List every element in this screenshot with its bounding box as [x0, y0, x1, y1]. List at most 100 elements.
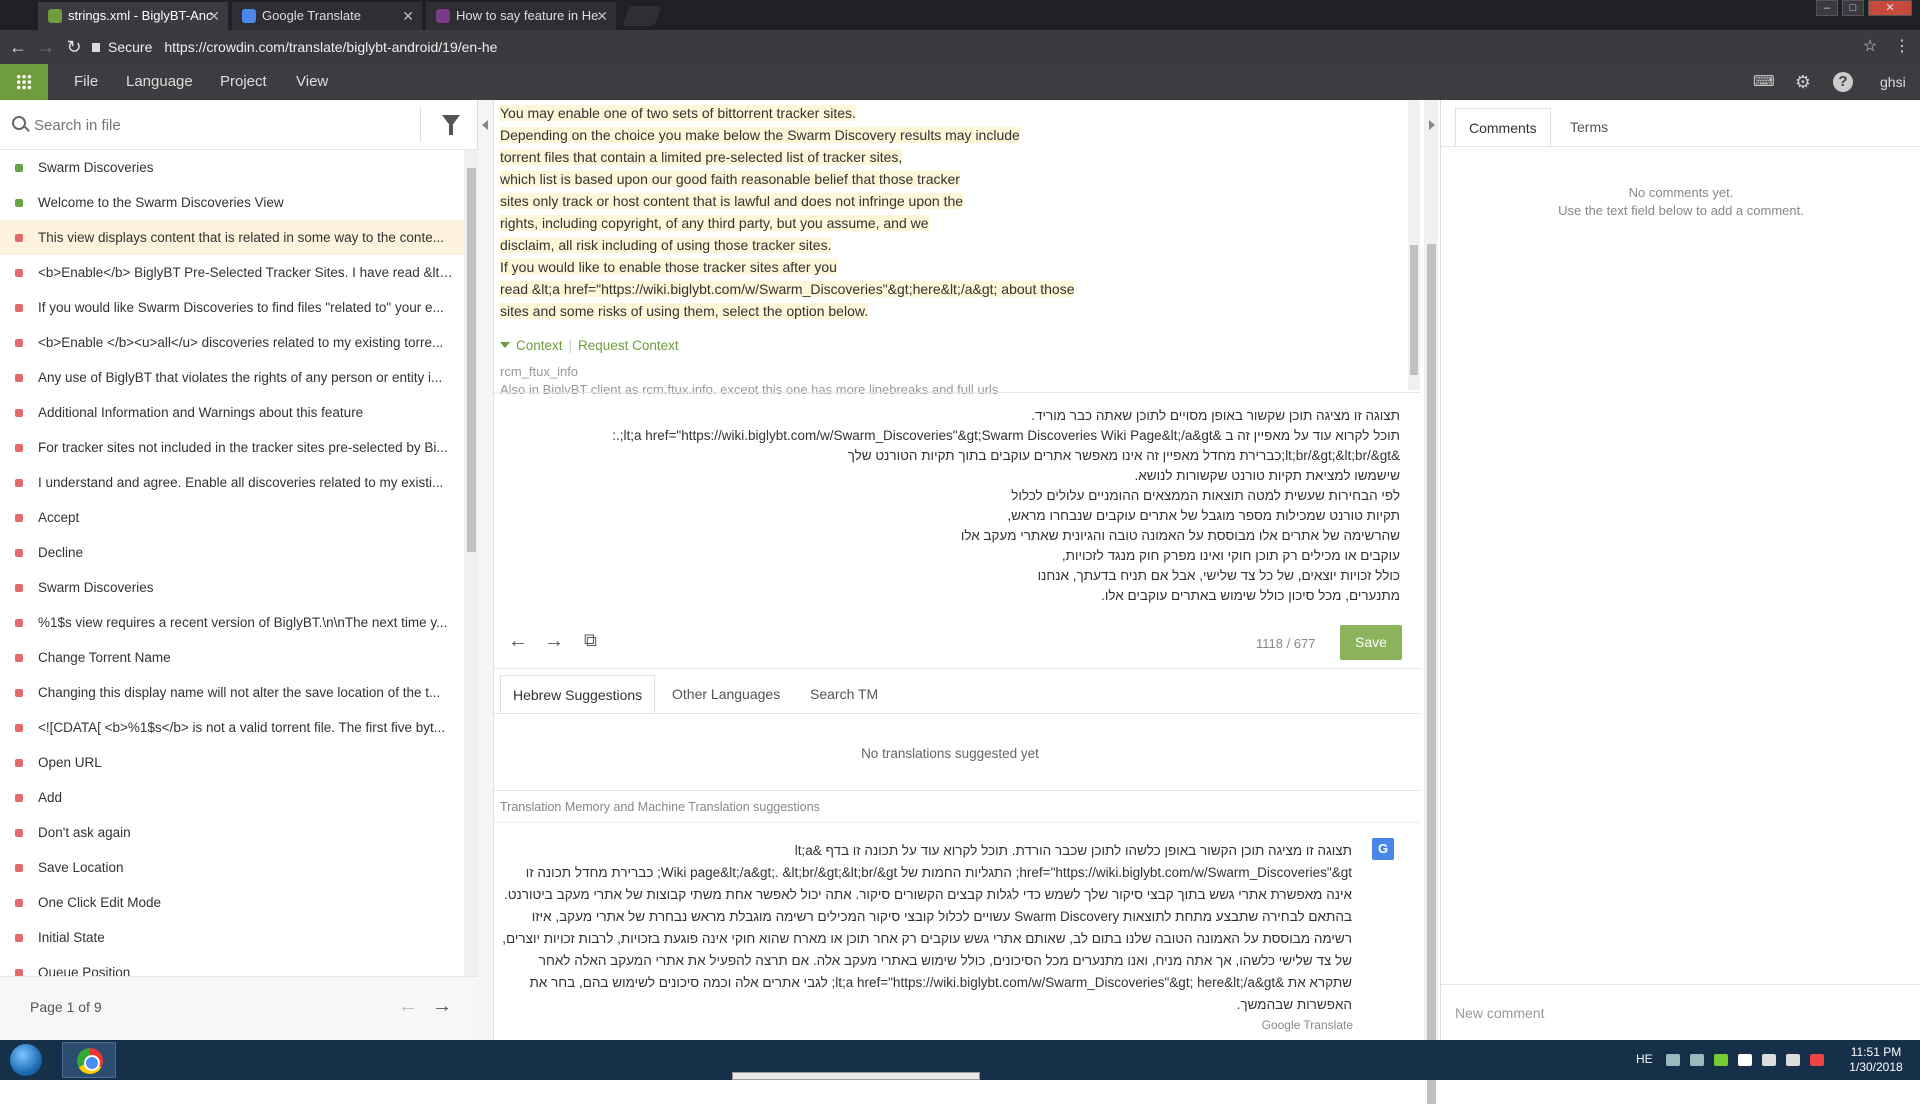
list-item[interactable]: Add: [0, 780, 464, 815]
list-item[interactable]: Swarm Discoveries: [0, 570, 464, 605]
bookmark-star-icon[interactable]: ☆: [1858, 35, 1882, 59]
tm-mt-label: Translation Memory and Machine Translati…: [500, 800, 820, 814]
search-row: [0, 100, 477, 150]
character-counter: 1118 / 677: [1256, 636, 1316, 651]
translation-textarea[interactable]: תצוגה זו מציגה תוכן שקשור באופן מסויים ל…: [510, 406, 1400, 606]
reload-icon[interactable]: ↻: [62, 35, 86, 59]
collapse-left-strip[interactable]: [478, 100, 494, 1040]
tray-icon[interactable]: [1810, 1054, 1824, 1066]
list-item[interactable]: One Click Edit Mode: [0, 885, 464, 920]
menu-language[interactable]: Language: [126, 64, 193, 100]
list-item[interactable]: Open URL: [0, 745, 464, 780]
tray-icon[interactable]: [1666, 1054, 1680, 1066]
list-item[interactable]: Welcome to the Swarm Discoveries View: [0, 185, 464, 220]
list-item[interactable]: Changing this display name will not alte…: [0, 675, 464, 710]
clock[interactable]: 11:51 PM 1/30/2018: [1836, 1045, 1916, 1075]
maximize-button[interactable]: □: [1842, 0, 1864, 16]
list-item[interactable]: <b>Enable </b><u>all</u> discoveries rel…: [0, 325, 464, 360]
input-language-indicator[interactable]: HE: [1636, 1052, 1653, 1066]
context-toggle[interactable]: Context: [516, 338, 563, 353]
next-page-icon[interactable]: →: [432, 995, 452, 1018]
tab-terms[interactable]: Terms: [1557, 108, 1621, 146]
menu-view[interactable]: View: [296, 64, 328, 100]
close-icon[interactable]: ✕: [402, 2, 414, 30]
new-comment-placeholder: New comment: [1455, 1005, 1545, 1021]
menu-file[interactable]: File: [74, 64, 98, 100]
network-icon[interactable]: [1762, 1054, 1776, 1066]
list-item[interactable]: Save Location: [0, 850, 464, 885]
keyboard-icon[interactable]: ⌨: [1753, 72, 1775, 92]
list-item[interactable]: Change Torrent Name: [0, 640, 464, 675]
tab-hebrew-suggestions[interactable]: Hebrew Suggestions: [500, 675, 656, 713]
list-item[interactable]: Any use of BiglyBT that violates the rig…: [0, 360, 464, 395]
filter-icon[interactable]: [442, 115, 460, 135]
list-item[interactable]: Don't ask again: [0, 815, 464, 850]
copy-source-icon[interactable]: ⧉: [584, 630, 597, 651]
list-item[interactable]: Initial State: [0, 920, 464, 955]
close-icon[interactable]: ✕: [208, 2, 220, 30]
tray-icon[interactable]: [1714, 1054, 1728, 1066]
strings-scrollbar[interactable]: [464, 150, 478, 976]
list-item[interactable]: Decline: [0, 535, 464, 570]
apps-grid-button[interactable]: [0, 64, 48, 100]
previous-string-icon[interactable]: ←: [508, 630, 528, 653]
window-close-button[interactable]: ✕: [1868, 0, 1912, 16]
new-comment-field[interactable]: New comment: [1441, 984, 1920, 1040]
back-icon[interactable]: ←: [6, 35, 30, 59]
taskbar-chrome-button[interactable]: [62, 1042, 116, 1078]
tab-comments[interactable]: Comments: [1455, 108, 1551, 146]
list-item[interactable]: I understand and agree. Enable all disco…: [0, 465, 464, 500]
status-dot: [15, 724, 23, 732]
taskbar-preview-popup: [732, 1072, 980, 1080]
editor-scrollbar[interactable]: [1424, 100, 1438, 1104]
save-button[interactable]: Save: [1340, 625, 1402, 660]
request-context-link[interactable]: Request Context: [578, 338, 679, 353]
collapse-right-icon[interactable]: [1429, 120, 1435, 130]
list-item[interactable]: %1$s view requires a recent version of B…: [0, 605, 464, 640]
list-item[interactable]: Additional Information and Warnings abou…: [0, 395, 464, 430]
user-name[interactable]: ghsi: [1880, 64, 1906, 100]
help-icon[interactable]: ?: [1833, 72, 1853, 92]
list-item[interactable]: For tracker sites not included in the tr…: [0, 430, 464, 465]
gear-icon[interactable]: ⚙: [1793, 72, 1813, 92]
list-item-label: Initial State: [38, 930, 105, 945]
search-input[interactable]: [34, 112, 404, 138]
flag-icon[interactable]: [1738, 1054, 1752, 1066]
scroll-thumb[interactable]: [1410, 245, 1418, 375]
forward-icon[interactable]: →: [34, 35, 58, 59]
browser-menu-icon[interactable]: ⋮: [1890, 35, 1914, 59]
pager: Page 1 of 9 ← →: [0, 976, 478, 1040]
list-item[interactable]: If you would like Swarm Discoveries to f…: [0, 290, 464, 325]
list-item[interactable]: Queue Position: [0, 955, 464, 976]
list-item[interactable]: Swarm Discoveries: [0, 150, 464, 185]
tab-search-tm[interactable]: Search TM: [798, 675, 890, 713]
source-line: which list is based upon our good faith …: [500, 171, 960, 187]
scroll-thumb[interactable]: [467, 168, 476, 552]
source-line: sites only track or host content that is…: [500, 193, 964, 209]
tray-icon[interactable]: [1690, 1054, 1704, 1066]
browser-tab-crowdin[interactable]: strings.xml - BiglyBT-Anc ✕: [38, 2, 228, 30]
volume-icon[interactable]: [1786, 1054, 1800, 1066]
collapse-left-icon[interactable]: [482, 120, 488, 130]
next-string-icon[interactable]: →: [544, 630, 564, 653]
list-item[interactable]: <b>Enable</b> BiglyBT Pre-Selected Track…: [0, 255, 464, 290]
minimize-button[interactable]: –: [1816, 0, 1838, 16]
close-icon[interactable]: ✕: [596, 2, 608, 30]
start-button[interactable]: [4, 1042, 48, 1078]
browser-tab-google-translate[interactable]: Google Translate ✕: [232, 2, 422, 30]
prev-page-icon[interactable]: ←: [398, 995, 418, 1018]
caret-down-icon: [500, 342, 510, 348]
source-scrollbar[interactable]: [1408, 100, 1420, 390]
menu-project[interactable]: Project: [220, 64, 267, 100]
browser-tab-how-to-say[interactable]: How to say feature in He ✕: [426, 2, 616, 30]
list-item[interactable]: <![CDATA[ <b>%1$s</b> is not a valid tor…: [0, 710, 464, 745]
list-item[interactable]: This view displays content that is relat…: [0, 220, 464, 255]
tab-other-languages[interactable]: Other Languages: [660, 675, 792, 713]
machine-translation-suggestion[interactable]: תצוגה זו מציגה תוכן הקשור באופן כלשהו לת…: [500, 840, 1352, 1016]
url-field[interactable]: Secure https://crowdin.com/translate/bigl…: [92, 34, 1872, 60]
status-dot: [15, 444, 23, 452]
list-item[interactable]: Accept: [0, 500, 464, 535]
new-tab-button[interactable]: [622, 6, 662, 26]
collapse-right-strip[interactable]: [1422, 100, 1440, 140]
scroll-thumb[interactable]: [1427, 244, 1436, 1104]
